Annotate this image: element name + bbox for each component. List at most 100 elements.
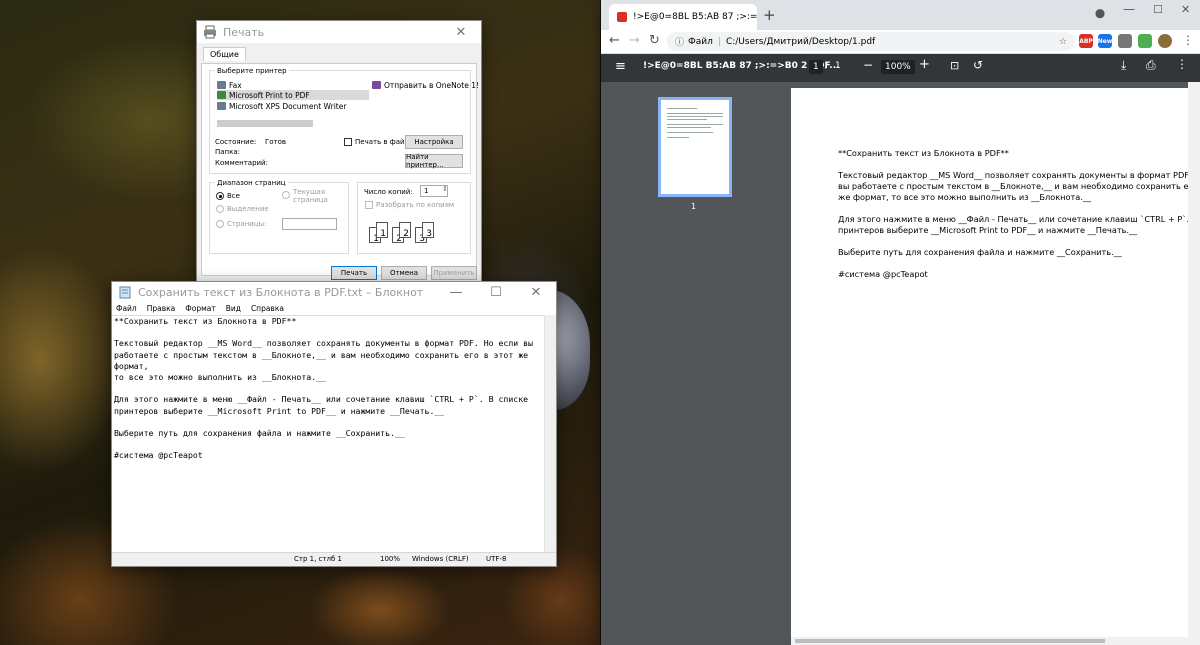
close-icon[interactable]: ✕ [441,17,481,47]
scroll-thumb[interactable] [795,639,1105,643]
range-pages-input[interactable] [282,218,337,230]
collate-page-icon: 3 [422,222,434,239]
menu-file[interactable]: Файл [116,304,137,313]
print-button[interactable]: Печать [331,266,377,280]
tab-general[interactable]: Общие [203,47,246,61]
cancel-button[interactable]: Отмена [381,266,427,280]
zoom-level: 100% [380,555,401,563]
range-pages-label: Страницы: [227,220,267,228]
info-icon[interactable]: ⓘ [675,35,684,48]
back-icon[interactable]: ← [609,33,620,48]
pdf-page-text: **Сохранить текст из Блокнота в PDF** Те… [838,148,1200,279]
new-extension-icon[interactable]: New [1098,34,1112,48]
printer-item-xps-writer[interactable]: Microsoft XPS Document Writer [217,101,346,111]
collate-page-icon: 1 [376,222,388,239]
print-to-file-checkbox[interactable] [344,138,352,146]
status-value: Готов [265,138,287,146]
minimize-icon[interactable]: — [436,277,476,307]
notepad-titlebar[interactable]: Сохранить текст из Блокнота в PDF.txt – … [112,282,556,302]
menu-icon[interactable]: ≡ [615,59,626,74]
notepad-text-area[interactable]: **Сохранить текст из Блокнота в PDF** Те… [112,315,546,553]
tab-search-icon[interactable]: ⬤ [1095,9,1105,19]
collate-checkbox[interactable] [365,201,373,209]
rotate-icon[interactable]: ↺ [973,58,983,72]
fit-to-page-icon[interactable]: ⊡ [950,59,959,72]
zoom-input[interactable]: 100% [881,60,915,74]
notepad-icon [119,286,131,299]
extension-icon[interactable] [1138,34,1152,48]
status-label: Состояние: [215,138,257,146]
cursor-position: Стр 1, стлб 1 [294,555,342,563]
pdf-viewer-toolbar: ≡ !>E@0=8BL B5:AB 87 ;>:=>B0 2 PDF... 1 … [601,54,1200,82]
pdf-vertical-scrollbar[interactable] [1188,82,1200,645]
page-number-input[interactable]: 1 [809,60,823,74]
notepad-title: Сохранить текст из Блокнота в PDF.txt – … [138,285,424,299]
maximize-icon[interactable]: ☐ [476,277,516,307]
adblock-extension-icon[interactable]: ABP [1079,34,1093,48]
select-printer-label: Выберите принтер [215,67,289,75]
range-pages-radio[interactable] [216,220,224,228]
print-general-panel: Выберите принтер Fax Microsoft Print to … [201,63,479,276]
chrome-window: !>E@0=8BL B5:AB 87 ;>:=>B0 2 ✕ + ⬤ — ☐ ✕… [601,0,1200,645]
print-dialog-title: Печать [223,25,265,39]
reload-icon[interactable]: ↻ [649,33,660,48]
zoom-in-icon[interactable]: + [919,57,930,72]
address-scheme-label: Файл [688,36,713,47]
collate-label: Разобрать по копиям [376,201,455,209]
more-menu-icon[interactable]: ⋮ [1182,33,1194,47]
print-dialog-titlebar[interactable]: Печать ✕ [197,21,481,43]
printer-check-icon [217,91,226,99]
copies-label: Число копий: [364,188,413,196]
zoom-out-icon[interactable]: − [863,58,873,72]
download-icon[interactable]: ⤓ [1121,58,1126,73]
collate-page-icon: 2 [399,222,411,239]
print-to-file-label: Печать в файл [355,138,410,146]
notepad-vertical-scrollbar[interactable] [544,315,556,553]
close-icon[interactable]: ✕ [516,277,556,307]
minimize-icon[interactable]: — [1123,2,1135,16]
range-current-radio[interactable] [282,191,290,199]
onenote-icon [372,81,381,89]
page-range-title: Диапазон страниц [215,179,288,187]
thumbnail-page-number: 1 [691,202,697,211]
menu-format[interactable]: Формат [185,304,215,313]
printer-icon [204,25,216,39]
printer-list-scrollbar[interactable] [217,120,313,127]
browser-tab[interactable]: !>E@0=8BL B5:AB 87 ;>:=>B0 2 ✕ [609,4,757,30]
menu-help[interactable]: Справка [251,304,284,313]
menu-edit[interactable]: Правка [147,304,176,313]
printer-item-onenote[interactable]: Отправить в OneNote 1! [372,80,479,90]
pdf-horizontal-scrollbar[interactable] [791,637,1188,645]
chrome-tabbar: !>E@0=8BL B5:AB 87 ;>:=>B0 2 ✕ + ⬤ — ☐ ✕ [601,0,1200,30]
pdf-file-icon [617,12,627,22]
maximize-icon[interactable]: ☐ [1153,3,1163,16]
menu-view[interactable]: Вид [226,304,241,313]
close-icon[interactable]: ✕ [1181,3,1190,16]
encoding: UTF-8 [486,555,507,563]
find-printer-button[interactable]: Найти принтер... [405,153,463,169]
printer-item-ms-print-to-pdf[interactable]: Microsoft Print to PDF [217,90,369,100]
page-thumbnail[interactable] [658,97,732,197]
fax-icon [217,81,226,89]
address-bar[interactable]: ⓘ Файл | C:/Users/Дмитрий/Desktop/1.pdf … [667,32,1075,51]
avatar[interactable] [1158,34,1172,48]
range-all-label: Все [227,192,240,200]
settings-button[interactable]: Настройка [405,135,463,149]
line-endings: Windows (CRLF) [412,555,469,563]
bookmark-star-icon[interactable]: ☆ [1059,37,1067,47]
printer-item-fax[interactable]: Fax [217,80,242,90]
range-all-radio[interactable] [216,192,224,200]
pdf-page: **Сохранить текст из Блокнота в PDF** Те… [791,88,1200,638]
forward-icon[interactable]: → [629,33,640,48]
print-icon[interactable]: ⎙ [1146,58,1156,73]
page-separator: / [825,61,829,71]
pdf-more-icon[interactable]: ⋮ [1176,57,1188,71]
copies-spin-icon[interactable]: ⇕ [442,185,448,193]
print-dialog: Печать ✕ Общие Выберите принтер Fax Micr… [196,20,482,283]
range-current-label: Текущая страница [293,188,328,204]
new-tab-icon[interactable]: + [763,6,776,24]
extension-icon[interactable] [1118,34,1132,48]
folder-label: Папка: [215,148,241,156]
address-url: C:/Users/Дмитрий/Desktop/1.pdf [725,36,876,47]
range-selection-radio[interactable] [216,205,224,213]
